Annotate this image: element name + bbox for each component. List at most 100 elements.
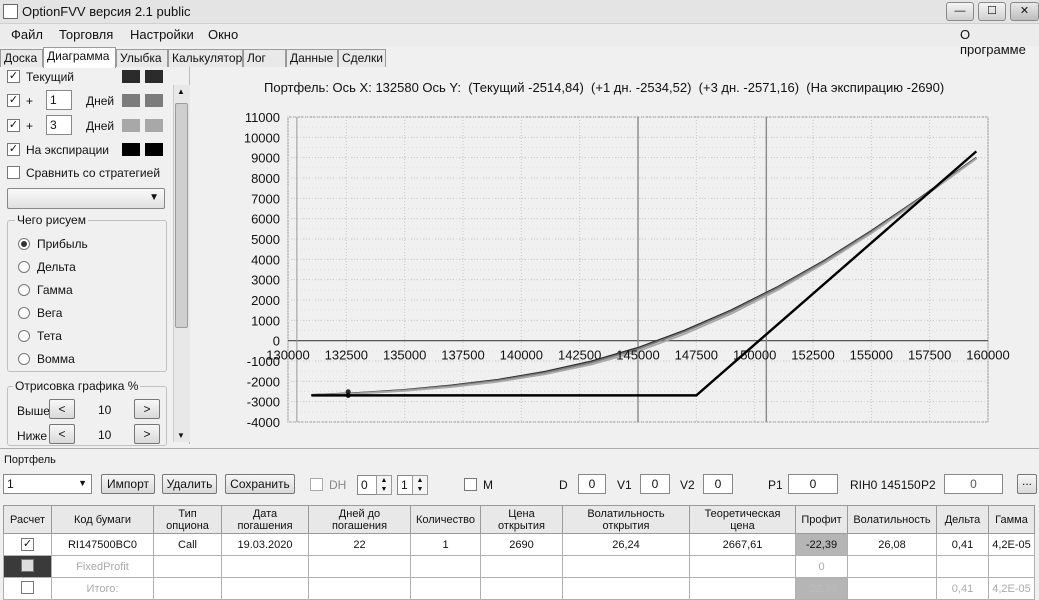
days1-color-swatch-2[interactable] xyxy=(145,94,163,107)
more-button[interactable]: ... xyxy=(1017,474,1037,494)
pnl-chart[interactable]: 1100010000900080007000600050004000300020… xyxy=(191,67,1039,444)
scroll-up-icon[interactable]: ▲ xyxy=(177,87,185,96)
gamma-cell[interactable]: 4,2E-05 xyxy=(988,533,1035,556)
days2-input[interactable]: 3 xyxy=(46,115,72,135)
radio-delta[interactable] xyxy=(18,261,30,273)
radio-theta[interactable] xyxy=(18,330,30,342)
gamma-cell[interactable]: 4,2E-05 xyxy=(988,577,1035,600)
calc-checkbox[interactable] xyxy=(21,580,34,594)
vol-cell[interactable]: 26,08 xyxy=(847,533,937,556)
col-header-open-vol[interactable]: Волатильность открытия xyxy=(562,505,690,534)
col-header-vol[interactable]: Волатильность xyxy=(847,505,937,534)
spin2-arrows[interactable]: ▲ ▼ xyxy=(412,475,428,495)
expiration-color-swatch-2[interactable] xyxy=(145,143,163,156)
close-button[interactable]: ✕ xyxy=(1010,2,1039,21)
current-checkbox[interactable]: ✓ xyxy=(7,70,20,83)
type-cell[interactable]: Call xyxy=(153,533,222,556)
m-checkbox[interactable] xyxy=(464,478,477,491)
tab-diagram[interactable]: Диаграмма xyxy=(43,47,116,68)
menu-about[interactable]: О программе xyxy=(960,27,1039,57)
compare-strategy-checkbox[interactable] xyxy=(7,166,20,179)
open-vol-cell[interactable]: 26,24 xyxy=(562,533,690,556)
col-header-gamma[interactable]: Гамма xyxy=(988,505,1035,534)
tab-calculator[interactable]: Калькулятор xyxy=(168,49,243,67)
plus-days2-checkbox[interactable]: ✓ xyxy=(7,119,20,132)
profit-cell[interactable]: -22,39 xyxy=(795,577,848,600)
col-header-delta[interactable]: Дельта xyxy=(936,505,989,534)
col-header-calc[interactable]: Расчет xyxy=(3,505,52,534)
delete-button[interactable]: Удалить xyxy=(162,474,217,494)
maximize-button[interactable]: ☐ xyxy=(978,2,1006,21)
above-value[interactable]: 10 xyxy=(98,403,111,417)
tab-smile[interactable]: Улыбка xyxy=(116,49,168,67)
save-button[interactable]: Сохранить xyxy=(225,474,295,494)
dh-checkbox[interactable] xyxy=(310,478,323,491)
col-header-profit[interactable]: Профит xyxy=(795,505,848,534)
tab-deals[interactable]: Сделки xyxy=(338,49,386,67)
days2-color-swatch[interactable] xyxy=(122,119,140,132)
spin2-input[interactable]: 1 xyxy=(397,475,413,495)
tab-data[interactable]: Данные xyxy=(286,49,338,67)
strategy-dropdown[interactable]: ▼ xyxy=(7,188,165,209)
col-header-expiry[interactable]: Дата погашения xyxy=(221,505,309,534)
spin1-arrows[interactable]: ▲ ▼ xyxy=(376,475,392,495)
portfolio-select[interactable]: 1 ▼ xyxy=(3,474,92,494)
expiration-checkbox[interactable]: ✓ xyxy=(7,143,20,156)
calc-cell[interactable]: ✓ xyxy=(3,533,52,556)
delta-cell[interactable]: 0,41 xyxy=(936,533,989,556)
code-cell[interactable]: RI147500BC0 xyxy=(51,533,154,556)
radio-profit[interactable] xyxy=(18,238,30,250)
v1-value[interactable]: 0 xyxy=(640,474,670,494)
col-header-theo-price[interactable]: Теоретическая цена xyxy=(689,505,796,534)
theo-price-cell[interactable]: 2667,61 xyxy=(689,533,796,556)
days-cell[interactable]: 22 xyxy=(308,533,411,556)
below-decrease-button[interactable]: < xyxy=(49,424,75,444)
menu-file[interactable]: Файл xyxy=(11,27,43,42)
calc-cell[interactable] xyxy=(3,555,52,578)
table-row[interactable]: Итого: -22,39 0,41 4,2E-05 xyxy=(3,577,1035,600)
col-header-code[interactable]: Код бумаги xyxy=(51,505,154,534)
d-value[interactable]: 0 xyxy=(578,474,606,494)
radio-vega[interactable] xyxy=(18,307,30,319)
import-button[interactable]: Импорт xyxy=(101,474,155,494)
tab-log[interactable]: Лог xyxy=(243,49,286,67)
profit-cell[interactable]: 0 xyxy=(795,555,848,578)
current-color-swatch-2[interactable] xyxy=(145,70,163,83)
col-header-open-price[interactable]: Цена открытия xyxy=(480,505,563,534)
days1-color-swatch[interactable] xyxy=(122,94,140,107)
profit-cell[interactable]: -22,39 xyxy=(795,533,848,556)
above-decrease-button[interactable]: < xyxy=(49,399,75,419)
open-price-cell[interactable]: 2690 xyxy=(480,533,563,556)
table-row[interactable]: ✓ RI147500BC0 Call 19.03.2020 22 1 2690 … xyxy=(3,533,1035,556)
radio-vomma[interactable] xyxy=(18,353,30,365)
expiry-cell[interactable]: 19.03.2020 xyxy=(221,533,309,556)
delta-cell[interactable]: 0,41 xyxy=(936,577,989,600)
col-header-type[interactable]: Тип опциона xyxy=(153,505,222,534)
menu-settings[interactable]: Настройки xyxy=(130,27,194,42)
current-color-swatch[interactable] xyxy=(122,70,140,83)
days2-color-swatch-2[interactable] xyxy=(145,119,163,132)
code-cell[interactable]: FixedProfit xyxy=(51,555,154,578)
minimize-button[interactable]: — xyxy=(946,2,974,21)
col-header-days[interactable]: Дней до погашения xyxy=(308,505,411,534)
qty-cell[interactable]: 1 xyxy=(410,533,481,556)
menu-trade[interactable]: Торговля xyxy=(59,27,113,42)
p2-value[interactable]: 0 xyxy=(944,474,1003,494)
radio-gamma[interactable] xyxy=(18,284,30,296)
v2-value[interactable]: 0 xyxy=(703,474,733,494)
p1-value[interactable]: 0 xyxy=(788,474,838,494)
expiration-color-swatch[interactable] xyxy=(122,143,140,156)
table-row[interactable]: FixedProfit 0 xyxy=(3,555,1035,578)
scroll-thumb[interactable] xyxy=(175,103,188,328)
days1-input[interactable]: 1 xyxy=(46,90,72,110)
calc-cell[interactable] xyxy=(3,577,52,600)
menu-window[interactable]: Окно xyxy=(208,27,238,42)
below-increase-button[interactable]: > xyxy=(134,424,160,444)
plus-days1-checkbox[interactable]: ✓ xyxy=(7,94,20,107)
code-cell[interactable]: Итого: xyxy=(51,577,154,600)
calc-checkbox[interactable] xyxy=(21,558,34,572)
below-value[interactable]: 10 xyxy=(98,428,111,442)
above-increase-button[interactable]: > xyxy=(134,399,160,419)
col-header-qty[interactable]: Количество xyxy=(410,505,481,534)
scroll-down-icon[interactable]: ▼ xyxy=(177,431,185,440)
